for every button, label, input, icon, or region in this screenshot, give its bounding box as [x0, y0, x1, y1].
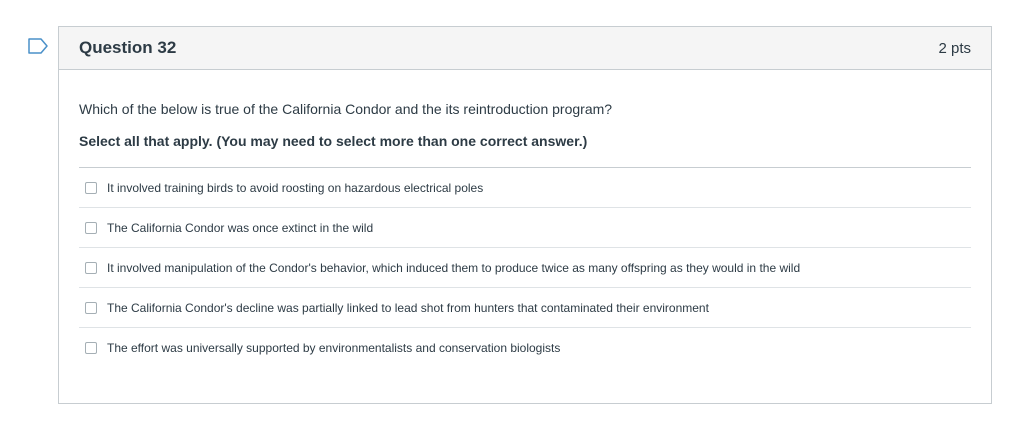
- answer-option[interactable]: It involved training birds to avoid roos…: [79, 168, 971, 208]
- answer-label[interactable]: The effort was universally supported by …: [107, 341, 560, 355]
- question-text: Which of the below is true of the Califo…: [79, 101, 613, 117]
- answer-option[interactable]: The California Condor's decline was part…: [79, 288, 971, 328]
- answer-checkbox[interactable]: [85, 301, 97, 314]
- question-instruction: Select all that apply. (You may need to …: [79, 133, 588, 149]
- answer-list: It involved training birds to avoid roos…: [79, 167, 971, 368]
- answer-label[interactable]: It involved manipulation of the Condor's…: [107, 261, 800, 275]
- question-card: Question 32 2 pts Which of the below is …: [58, 26, 992, 404]
- question-body: Which of the below is true of the Califo…: [59, 70, 991, 368]
- answer-label[interactable]: The California Condor's decline was part…: [107, 301, 709, 315]
- answer-option[interactable]: It involved manipulation of the Condor's…: [79, 248, 971, 288]
- answer-option[interactable]: The effort was universally supported by …: [79, 328, 971, 368]
- question-title: Question 32: [79, 38, 177, 57]
- answer-checkbox[interactable]: [85, 342, 97, 354]
- answer-checkbox[interactable]: [85, 181, 97, 194]
- answer-checkbox[interactable]: [85, 221, 97, 234]
- answer-label[interactable]: The California Condor was once extinct i…: [107, 221, 373, 235]
- answer-label[interactable]: It involved training birds to avoid roos…: [107, 181, 483, 195]
- answer-checkbox[interactable]: [85, 261, 97, 274]
- question-points: 2 pts: [938, 39, 971, 57]
- flag-question-icon[interactable]: [28, 38, 48, 54]
- answer-option[interactable]: The California Condor was once extinct i…: [79, 208, 971, 248]
- question-header: Question 32 2 pts: [59, 27, 991, 70]
